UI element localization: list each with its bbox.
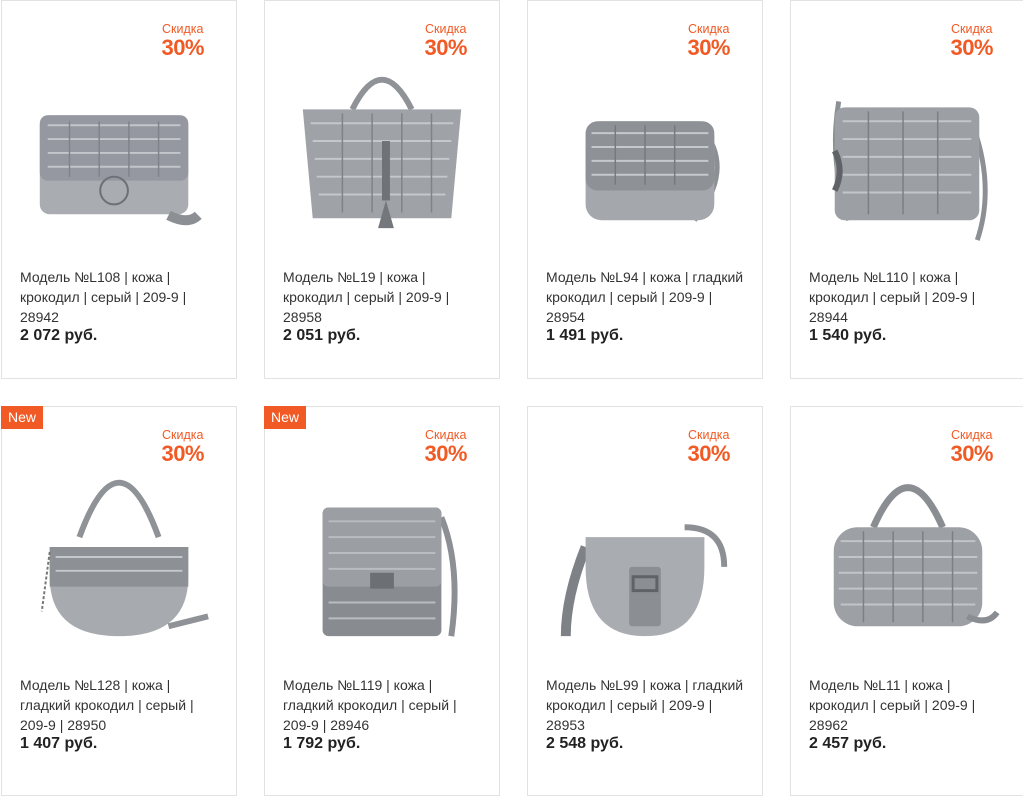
product-title[interactable]: Модель №L108 | кожа | крокодил | серый |… [20, 267, 222, 327]
product-price: 2 548 руб. [546, 735, 624, 752]
discount-label: Скидка [424, 22, 467, 36]
product-price: 1 792 руб. [283, 735, 361, 752]
product-card[interactable]: New Скидка 30% Модель №L119 | кожа | гла… [264, 406, 500, 796]
product-price: 2 051 руб. [283, 327, 361, 344]
product-title[interactable]: Модель №L128 | кожа | гладкий крокодил |… [20, 675, 222, 735]
new-badge: New [1, 406, 44, 429]
product-image[interactable] [20, 457, 218, 647]
product-image[interactable] [809, 51, 1007, 241]
product-price: 1 407 руб. [20, 735, 98, 752]
discount-label: Скидка [950, 428, 993, 442]
zip-crossbody-bag-icon [832, 101, 988, 241]
product-card[interactable]: Скидка 30% Модель №L11 | кожа | крокодил… [790, 406, 1023, 796]
product-title[interactable]: Модель №L11 | кожа | крокодил | серый | … [809, 675, 1011, 735]
discount-label: Скидка [424, 428, 467, 442]
product-card[interactable]: Скидка 30% Модель №L110 | кожа | крокоди… [790, 0, 1023, 379]
barrel-bag-icon [833, 484, 1000, 627]
product-price: 1 491 руб. [546, 327, 624, 344]
product-price: 1 540 руб. [809, 327, 887, 344]
product-card[interactable]: Скидка 30% Модель №L19 | кожа | крокодил… [264, 0, 500, 379]
square-crossbody-bag-icon [322, 507, 458, 637]
product-image[interactable] [546, 51, 744, 241]
product-image[interactable] [809, 457, 1007, 647]
flap-crossbody-bag-icon [585, 121, 720, 222]
new-badge: New [264, 406, 307, 429]
product-image[interactable] [283, 457, 481, 647]
discount-label: Скидка [950, 22, 993, 36]
flap-crossbody-bag-icon [39, 115, 202, 226]
product-price: 2 457 руб. [809, 735, 887, 752]
product-card[interactable]: Скидка 30% Модель №L94 | кожа | гладкий … [527, 0, 763, 379]
product-card[interactable]: Скидка 30% Модель №L99 | кожа | гладкий … [527, 406, 763, 796]
product-image[interactable] [20, 51, 218, 241]
product-title[interactable]: Модель №L19 | кожа | крокодил | серый | … [283, 267, 485, 327]
product-card[interactable]: Скидка 30% Модель №L108 | кожа | крокоди… [1, 0, 237, 379]
saddle-buckle-bag-icon [560, 524, 728, 637]
saddle-shoulder-bag-icon [40, 479, 209, 637]
tote-bag-icon [302, 76, 462, 229]
product-image[interactable] [283, 51, 481, 241]
product-image[interactable] [546, 457, 744, 647]
product-price: 2 072 руб. [20, 327, 98, 344]
product-card[interactable]: New Скидка 30% Модель №L128 | кожа | гла… [1, 406, 237, 796]
product-title[interactable]: Модель №L119 | кожа | гладкий крокодил |… [283, 675, 485, 735]
product-title[interactable]: Модель №L94 | кожа | гладкий крокодил | … [546, 267, 748, 327]
discount-label: Скидка [161, 22, 204, 36]
discount-label: Скидка [161, 428, 204, 442]
product-title[interactable]: Модель №L99 | кожа | гладкий крокодил | … [546, 675, 748, 735]
product-title[interactable]: Модель №L110 | кожа | крокодил | серый |… [809, 267, 1011, 327]
discount-label: Скидка [687, 22, 730, 36]
discount-label: Скидка [687, 428, 730, 442]
